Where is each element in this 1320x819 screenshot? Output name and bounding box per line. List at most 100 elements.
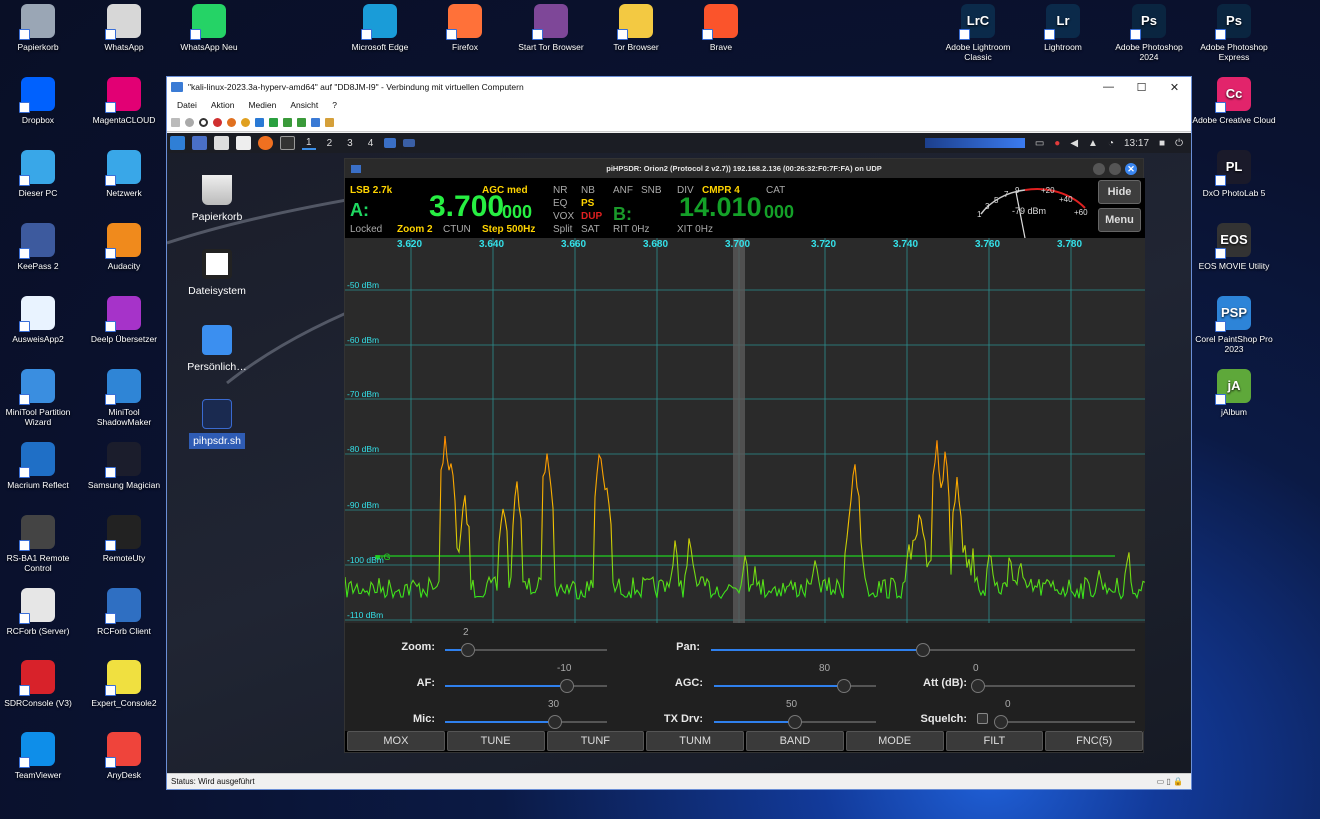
ctrl-alt-del-icon[interactable] xyxy=(171,117,180,127)
enhanced-session-icon[interactable] xyxy=(311,117,320,127)
desktop-icon[interactable]: Cc Adobe Creative Cloud xyxy=(1191,77,1277,125)
band-button[interactable]: BAND xyxy=(746,731,844,751)
checkpoint-icon[interactable] xyxy=(297,117,306,127)
kali-guest-screen[interactable]: 1 2 3 4 ▭ ● ◀ ▲ ◔ 13:17 ■ ⏻ Papierkorb D… xyxy=(167,133,1191,773)
close-button[interactable]: ✕ xyxy=(1125,162,1137,175)
panadapter[interactable]: ■-G 3.620 3.640 3.660 3.680 3.700 3.720 3.740 3… xyxy=(345,238,1145,623)
desktop-icon[interactable]: Audacity xyxy=(81,223,167,271)
dup-indicator[interactable]: DUP xyxy=(581,211,602,222)
desktop-icon[interactable]: Netzwerk xyxy=(81,150,167,198)
tune-button[interactable]: TUNE xyxy=(446,731,545,751)
tunf-button[interactable]: TUNF xyxy=(546,731,645,751)
agc-slider[interactable] xyxy=(714,679,876,693)
desktop-icon[interactable]: RemoteUty xyxy=(81,515,167,563)
desktop-icon[interactable]: Ps Adobe Photoshop Express xyxy=(1191,4,1277,62)
vfo-b-frequency[interactable]: 14.010 xyxy=(679,192,762,223)
rit-indicator[interactable]: RIT 0Hz xyxy=(613,224,650,235)
desktop-icon[interactable]: Dieser PC xyxy=(0,150,81,198)
vfo-a-frequency[interactable]: 3.700 xyxy=(429,190,504,224)
txdrv-slider[interactable] xyxy=(714,715,876,729)
desktop-icon[interactable]: Firefox xyxy=(422,4,508,52)
ps-indicator[interactable]: PS xyxy=(581,198,594,209)
att-slider[interactable] xyxy=(971,679,1135,693)
filt-button[interactable]: FILT xyxy=(945,731,1044,751)
desktop-icon[interactable]: EOS EOS MOVIE Utility xyxy=(1191,223,1277,271)
resume-icon[interactable] xyxy=(269,117,278,127)
shutdown-icon[interactable] xyxy=(213,117,222,127)
share-icon[interactable] xyxy=(325,117,334,127)
desktop-icon[interactable]: MagentaCLOUD xyxy=(81,77,167,125)
ctun-indicator[interactable]: CTUN xyxy=(443,224,471,235)
menu-datei[interactable]: Datei xyxy=(177,100,197,110)
desktop-icon[interactable]: RS-BA1 Remote Control xyxy=(0,515,81,573)
desktop-icon[interactable]: MiniTool Partition Wizard xyxy=(0,369,81,427)
desktop-icon[interactable]: AusweisApp2 xyxy=(0,296,81,344)
mox-button[interactable]: MOX xyxy=(347,731,445,751)
mode-button[interactable]: MODE xyxy=(845,731,944,751)
window-titlebar[interactable]: "kali-linux-2023.3a-hyperv-amd64" auf "D… xyxy=(167,77,1191,97)
split-indicator[interactable]: Split xyxy=(553,224,572,235)
minimize-button[interactable] xyxy=(1093,162,1105,175)
squelch-checkbox[interactable] xyxy=(977,713,988,724)
desktop-icon[interactable]: Samsung Magician xyxy=(81,442,167,490)
desktop-icon[interactable]: Deelp Übersetzer xyxy=(81,296,167,344)
pan-slider[interactable] xyxy=(711,643,1135,657)
zoom-slider[interactable] xyxy=(445,643,607,657)
guest-icon-trash[interactable]: Papierkorb xyxy=(172,175,262,223)
maximize-button[interactable]: ☐ xyxy=(1125,81,1158,94)
mic-slider[interactable] xyxy=(445,715,607,729)
guest-icon-script[interactable]: pihpsdr.sh xyxy=(172,399,262,449)
menu-button[interactable]: Menu xyxy=(1098,208,1141,232)
desktop-icon[interactable]: PSP Corel PaintShop Pro 2023 xyxy=(1191,296,1277,354)
desktop-icon[interactable]: Brave xyxy=(678,4,764,52)
desktop-icon[interactable]: SDRConsole (V3) xyxy=(0,660,81,708)
eq-indicator[interactable]: EQ xyxy=(553,198,567,209)
mode-filter[interactable]: LSB 2.7k xyxy=(350,185,392,196)
desktop-icon[interactable]: WhatsApp Neu xyxy=(166,4,252,52)
desktop-icon[interactable]: RCForb (Server) xyxy=(0,588,81,636)
desktop-icon[interactable]: RCForb Client xyxy=(81,588,167,636)
hyperv-window[interactable]: "kali-linux-2023.3a-hyperv-amd64" auf "D… xyxy=(166,76,1192,790)
desktop-icon[interactable]: MiniTool ShadowMaker xyxy=(81,369,167,427)
reset-icon[interactable] xyxy=(283,117,292,127)
anf-indicator[interactable]: ANF xyxy=(613,185,633,196)
desktop-icon[interactable]: Expert_Console2 xyxy=(81,660,167,708)
close-button[interactable]: ✕ xyxy=(1158,81,1191,94)
cat-indicator[interactable]: CAT xyxy=(766,185,785,196)
guest-icon-filesystem[interactable]: Dateisystem xyxy=(172,249,262,297)
nb-indicator[interactable]: NB xyxy=(581,185,595,196)
pause-icon[interactable] xyxy=(241,117,250,127)
minimize-button[interactable]: — xyxy=(1092,81,1125,94)
pihpsdr-titlebar[interactable]: piHPSDR: Orion2 (Protocol 2 v2.7)) 192.1… xyxy=(345,159,1143,178)
desktop-icon[interactable]: PL DxO PhotoLab 5 xyxy=(1191,150,1277,198)
maximize-button[interactable] xyxy=(1109,162,1121,175)
snb-indicator[interactable]: SNB xyxy=(641,185,662,196)
menu-aktion[interactable]: Aktion xyxy=(211,100,235,110)
desktop-icon[interactable]: KeePass 2 xyxy=(0,223,81,271)
save-state-icon[interactable] xyxy=(227,117,236,127)
desktop-icon[interactable]: Start Tor Browser xyxy=(508,4,594,52)
hide-button[interactable]: Hide xyxy=(1098,180,1141,204)
nr-indicator[interactable]: NR xyxy=(553,185,567,196)
desktop-icon[interactable]: Tor Browser xyxy=(593,4,679,52)
desktop-icon[interactable]: Ps Adobe Photoshop 2024 xyxy=(1106,4,1192,62)
fnc-button[interactable]: FNC(5) xyxy=(1045,731,1143,751)
menu-help[interactable]: ? xyxy=(332,100,337,110)
guest-icon-home[interactable]: Persönlich… xyxy=(172,325,262,373)
desktop-icon[interactable]: Microsoft Edge xyxy=(337,4,423,52)
desktop-icon[interactable]: TeamViewer xyxy=(0,732,81,780)
tunm-button[interactable]: TUNM xyxy=(646,731,744,751)
squelch-slider[interactable] xyxy=(994,715,1135,729)
locked-indicator[interactable]: Locked xyxy=(350,224,382,235)
step-indicator[interactable]: Step 500Hz xyxy=(482,224,535,235)
desktop-icon[interactable]: jA jAlbum xyxy=(1191,369,1277,417)
desktop-icon[interactable]: Macrium Reflect xyxy=(0,442,81,490)
desktop-icon[interactable]: WhatsApp xyxy=(81,4,167,52)
start-icon[interactable] xyxy=(185,117,194,127)
xit-indicator[interactable]: XIT 0Hz xyxy=(677,224,713,235)
desktop-icon[interactable]: AnyDesk xyxy=(81,732,167,780)
pause-button-icon[interactable] xyxy=(255,117,264,127)
vox-indicator[interactable]: VOX xyxy=(553,211,574,222)
desktop-icon[interactable]: Dropbox xyxy=(0,77,81,125)
menu-medien[interactable]: Medien xyxy=(248,100,276,110)
